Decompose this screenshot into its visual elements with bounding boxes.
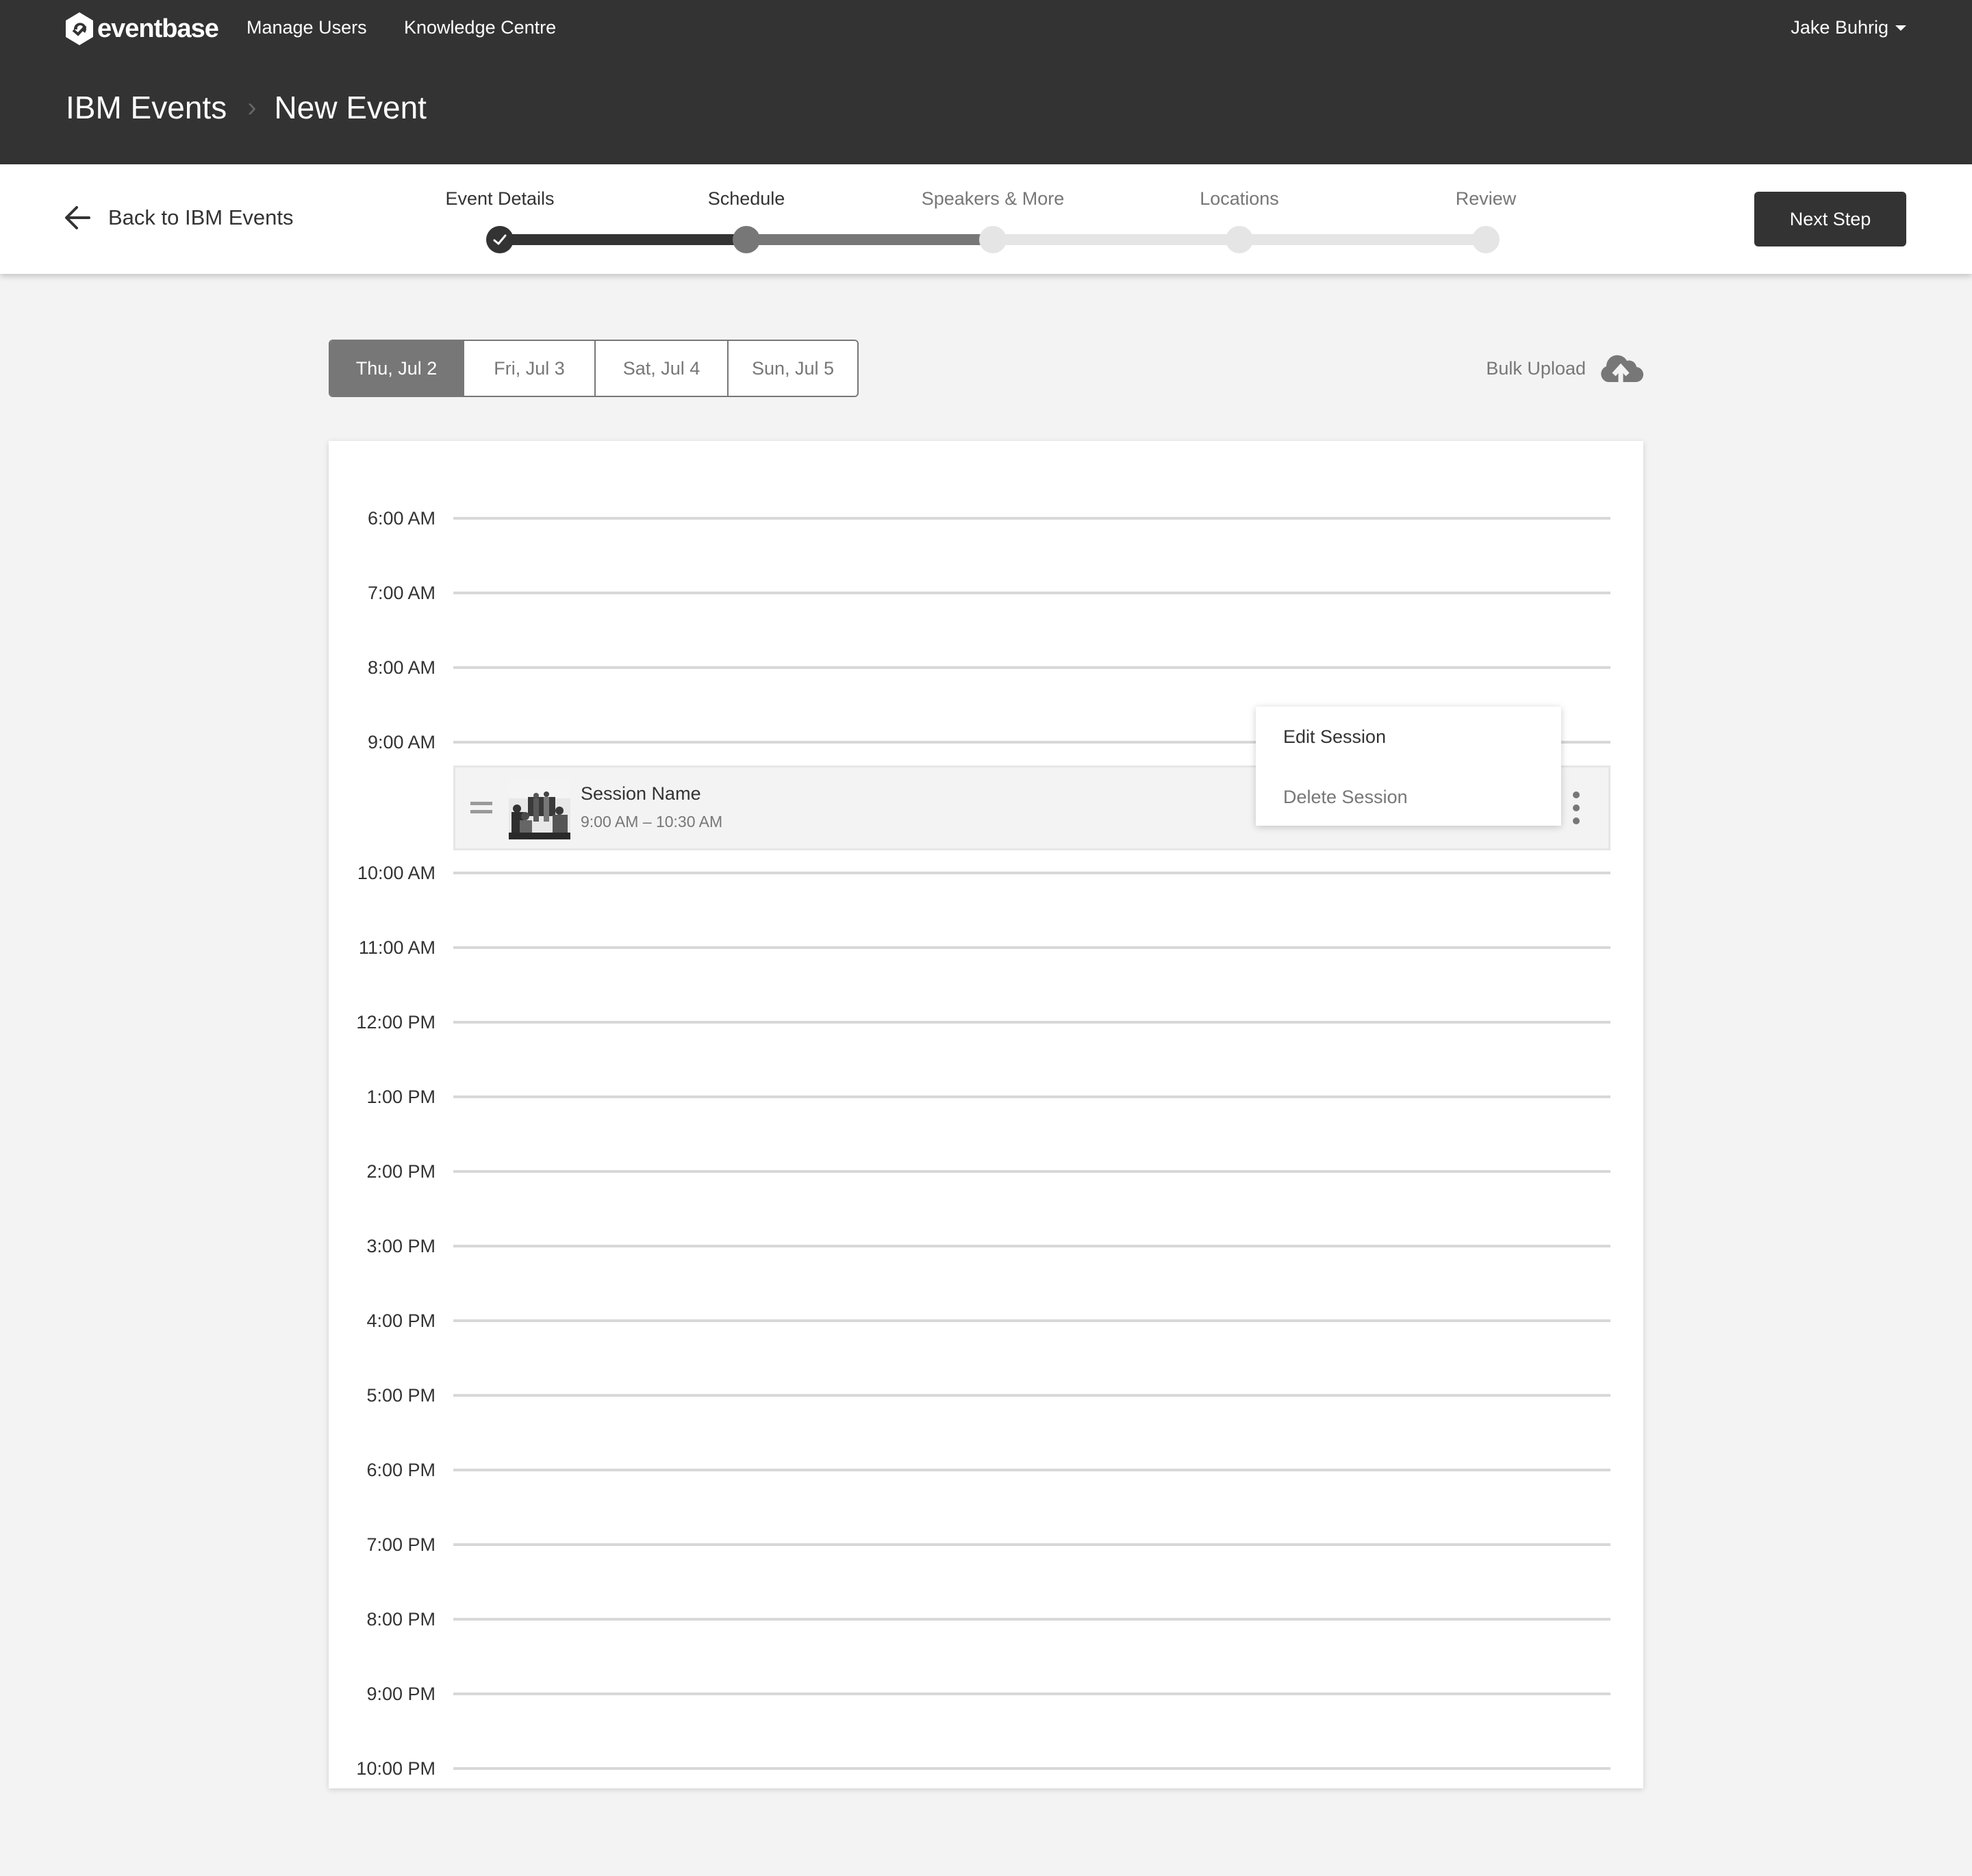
- back-to-ibm-events-link[interactable]: Back to IBM Events: [63, 203, 294, 233]
- schedule-card: 6:00 AM 7:00 AM 8:00 AM 9:00 AM 10:00 AM 11:0…: [329, 441, 1643, 1788]
- hour-divider: [453, 1618, 1610, 1621]
- hour-divider: [453, 1767, 1610, 1770]
- hour-row: 12:00 PM: [329, 1009, 1643, 1036]
- bulk-upload-label: Bulk Upload: [1486, 357, 1586, 379]
- hour-row: 2:00 PM: [329, 1158, 1643, 1185]
- step-dot-locations[interactable]: [1226, 226, 1253, 253]
- hour-divider: [453, 1095, 1610, 1098]
- breadcrumb: IBM Events › New Event: [66, 84, 427, 131]
- delete-session-menu-item[interactable]: Delete Session: [1283, 783, 1408, 811]
- hour-label: 2:00 PM: [366, 1161, 435, 1182]
- stepper-track-2: [746, 234, 993, 245]
- hour-divider: [453, 1543, 1610, 1546]
- hour-label: 11:00 AM: [358, 937, 435, 958]
- hour-row: 7:00 PM: [329, 1531, 1643, 1558]
- caret-down-icon: [1895, 25, 1906, 31]
- day-tabs: Thu, Jul 2 Fri, Jul 3 Sat, Jul 4 Sun, Ju…: [329, 340, 859, 397]
- step-label-event-details[interactable]: Event Details: [445, 185, 554, 212]
- hour-row: 8:00 AM: [329, 654, 1643, 681]
- hour-label: 12:00 PM: [356, 1012, 435, 1032]
- hour-label: 3:00 PM: [366, 1236, 435, 1256]
- breadcrumb-new-event: New Event: [274, 90, 427, 125]
- step-label-speakers[interactable]: Speakers & More: [922, 185, 1065, 212]
- hour-divider: [453, 1469, 1610, 1471]
- hour-label: 8:00 PM: [366, 1609, 435, 1630]
- hour-row: 3:00 PM: [329, 1232, 1643, 1260]
- hour-divider: [453, 592, 1610, 594]
- hour-row: 10:00 PM: [329, 1755, 1643, 1782]
- stepper-track-4: [1239, 234, 1486, 245]
- step-dot-review[interactable]: [1472, 226, 1500, 253]
- session-context-menu: Edit Session Delete Session: [1256, 707, 1561, 826]
- hour-label: 9:00 AM: [367, 732, 435, 752]
- chevron-right-icon: ›: [247, 92, 257, 123]
- hour-label: 10:00 AM: [357, 863, 435, 883]
- hour-row: 9:00 PM: [329, 1680, 1643, 1708]
- hour-divider: [453, 1170, 1610, 1173]
- eventbase-logo-icon: [66, 12, 93, 45]
- hour-label: 6:00 AM: [367, 508, 435, 529]
- next-step-button[interactable]: Next Step: [1754, 192, 1906, 246]
- logo-text: eventbase: [97, 14, 219, 43]
- hour-divider: [453, 1693, 1610, 1695]
- session-name: Session Name: [581, 783, 701, 804]
- hour-label: 10:00 PM: [356, 1758, 435, 1779]
- hour-row: 10:00 AM: [329, 859, 1643, 887]
- hour-divider: [453, 1319, 1610, 1322]
- hour-label: 4:00 PM: [366, 1310, 435, 1331]
- hour-label: 1:00 PM: [366, 1087, 435, 1107]
- hour-row: 8:00 PM: [329, 1606, 1643, 1633]
- cloud-upload-icon: [1601, 355, 1643, 383]
- stepper-track-3: [993, 234, 1239, 245]
- session-thumbnail: [509, 778, 570, 839]
- edit-session-menu-item[interactable]: Edit Session: [1283, 723, 1386, 750]
- more-options-icon[interactable]: [1570, 789, 1584, 828]
- top-header: eventbase Manage Users Knowledge Centre …: [0, 0, 1972, 164]
- breadcrumb-ibm-events[interactable]: IBM Events: [66, 84, 227, 131]
- day-tab-sun-jul-5[interactable]: Sun, Jul 5: [727, 341, 857, 396]
- step-dot-event-details[interactable]: [486, 226, 514, 253]
- step-label-review[interactable]: Review: [1456, 185, 1517, 212]
- day-tab-fri-jul-3[interactable]: Fri, Jul 3: [463, 341, 594, 396]
- hour-divider: [453, 1021, 1610, 1024]
- stepper-track-1: [500, 234, 746, 245]
- checkmark-icon: [493, 234, 507, 245]
- hour-row: 6:00 AM: [329, 505, 1643, 532]
- step-label-locations[interactable]: Locations: [1200, 185, 1279, 212]
- hour-row: 1:00 PM: [329, 1083, 1643, 1111]
- nav-knowledge-centre[interactable]: Knowledge Centre: [404, 14, 556, 41]
- user-name: Jake Buhrig: [1791, 17, 1888, 38]
- bulk-upload-button[interactable]: Bulk Upload: [1486, 349, 1643, 388]
- eventbase-logo[interactable]: eventbase: [64, 11, 219, 47]
- day-tab-sat-jul-4[interactable]: Sat, Jul 4: [594, 341, 727, 396]
- hour-row: 6:00 PM: [329, 1456, 1643, 1484]
- hour-row: 7:00 AM: [329, 579, 1643, 607]
- hour-divider: [453, 872, 1610, 874]
- hour-label: 6:00 PM: [366, 1460, 435, 1480]
- hour-divider: [453, 666, 1610, 669]
- hour-divider: [453, 517, 1610, 520]
- hour-label: 7:00 AM: [367, 583, 435, 603]
- hour-divider: [453, 1394, 1610, 1397]
- hour-divider: [453, 1245, 1610, 1247]
- step-dot-speakers[interactable]: [979, 226, 1007, 253]
- hour-label: 9:00 PM: [366, 1684, 435, 1704]
- back-link-label: Back to IBM Events: [108, 205, 294, 229]
- hour-label: 7:00 PM: [366, 1534, 435, 1555]
- step-label-schedule[interactable]: Schedule: [708, 185, 785, 212]
- session-time: 9:00 AM – 10:30 AM: [581, 813, 723, 831]
- hour-label: 8:00 AM: [367, 657, 435, 678]
- hour-label: 5:00 PM: [366, 1385, 435, 1406]
- arrow-left-icon: [65, 206, 90, 229]
- drag-handle-icon[interactable]: [470, 802, 492, 813]
- day-tab-thu-jul-2[interactable]: Thu, Jul 2: [330, 341, 463, 396]
- nav-manage-users[interactable]: Manage Users: [246, 14, 367, 41]
- hour-row: 11:00 AM: [329, 934, 1643, 961]
- user-menu[interactable]: Jake Buhrig: [1791, 14, 1906, 41]
- step-dot-schedule[interactable]: [733, 226, 760, 253]
- hour-row: 5:00 PM: [329, 1382, 1643, 1409]
- stepper-bar: Back to IBM Events Event Details Schedul…: [0, 164, 1972, 274]
- hour-row: 4:00 PM: [329, 1307, 1643, 1334]
- hour-divider: [453, 946, 1610, 949]
